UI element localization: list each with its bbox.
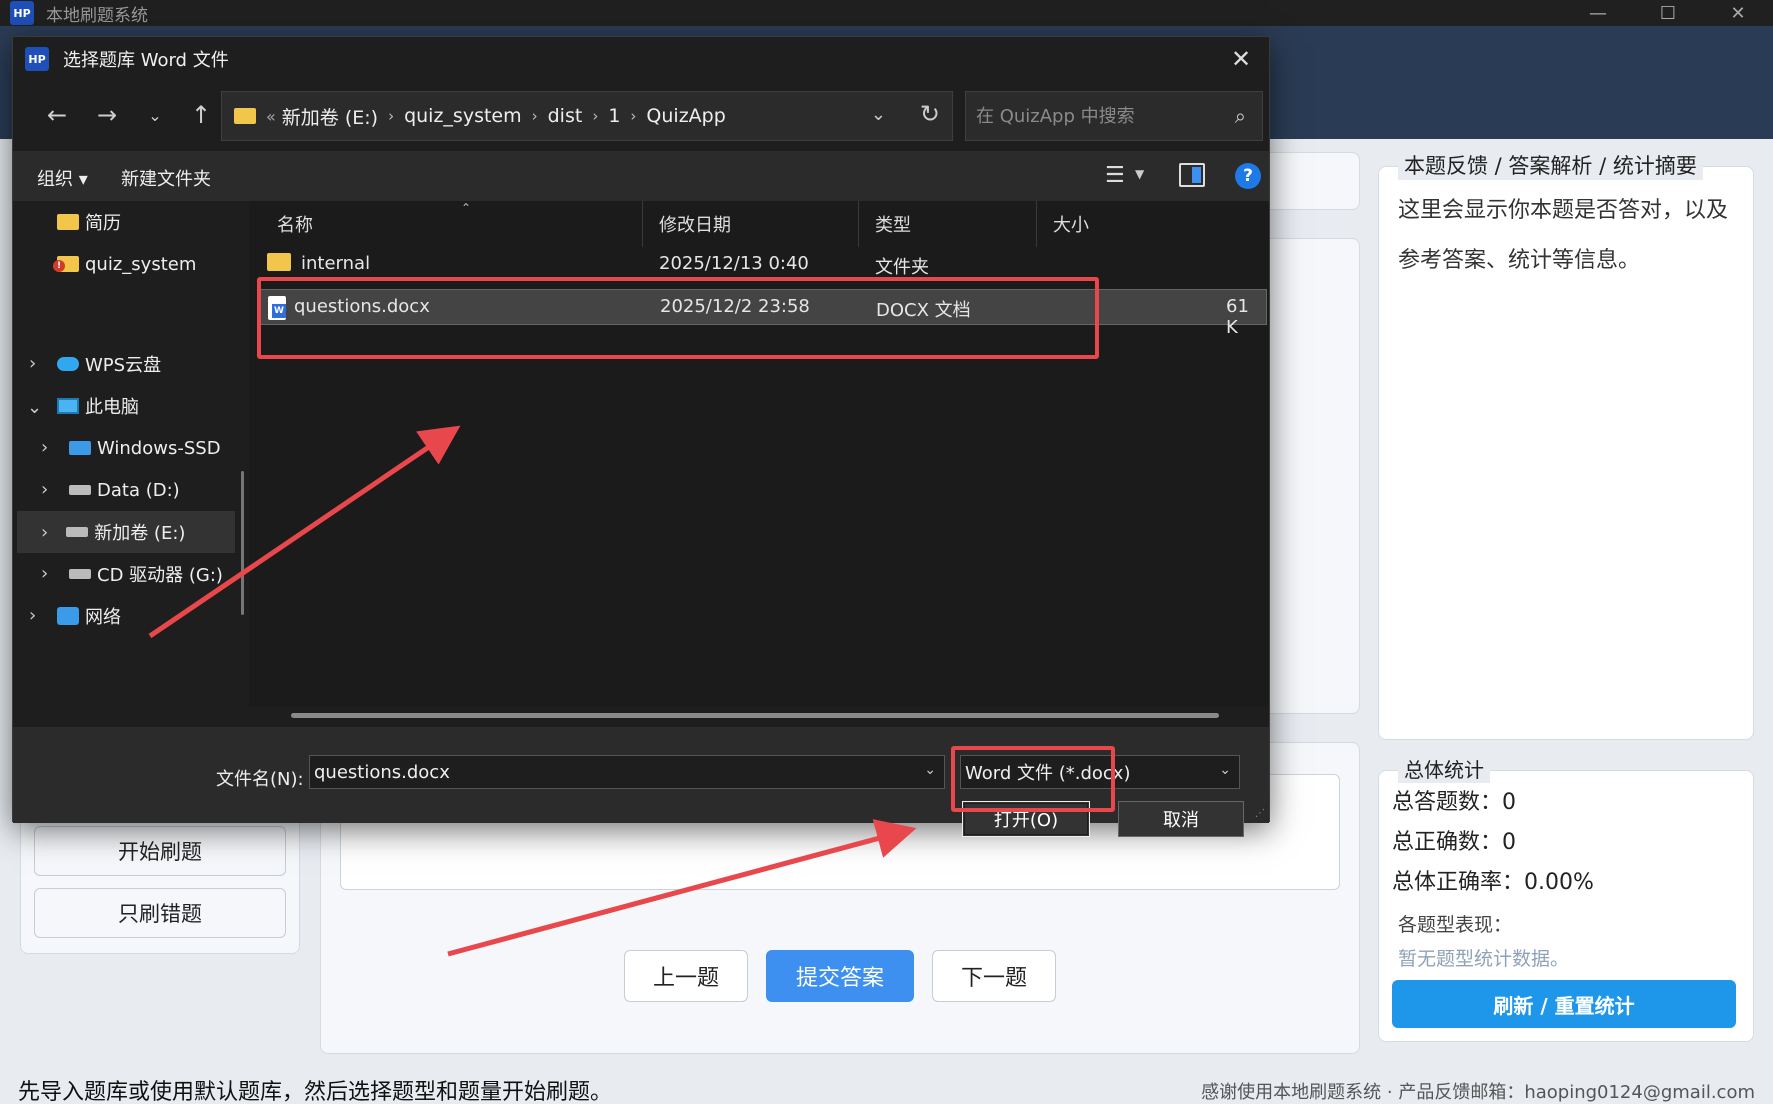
- annotation-arrows: [148, 425, 917, 957]
- arrow-to-open-button: [447, 819, 917, 957]
- arrow-to-file: [148, 425, 461, 639]
